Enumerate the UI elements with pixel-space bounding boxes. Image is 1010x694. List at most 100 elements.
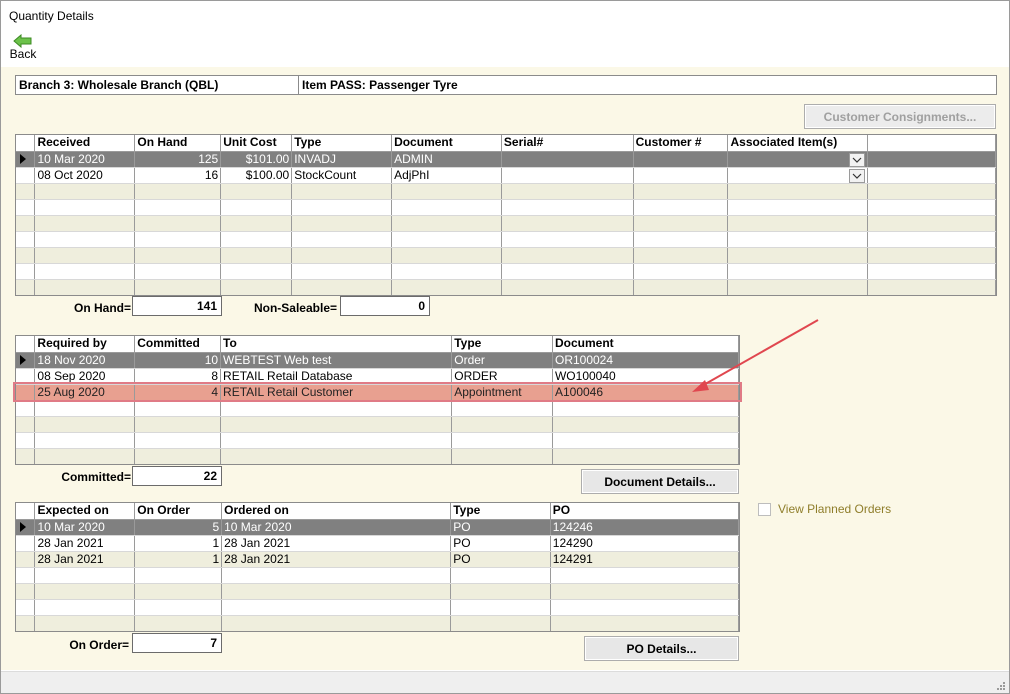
row-selector-header [16, 135, 36, 152]
table-row[interactable]: 28 Jan 2021 1 28 Jan 2021 PO 124290 [16, 535, 739, 552]
cell-committed: 4 [134, 384, 222, 401]
cell-to: WEBTEST Web test [220, 352, 453, 369]
cell-type: Appointment [451, 384, 553, 401]
col-type[interactable]: Type [450, 503, 551, 520]
col-type[interactable]: Type [291, 135, 393, 152]
stock-table: Received On Hand Unit Cost Type Document… [16, 135, 996, 295]
empty-row [16, 199, 996, 216]
non-saleable-value: 0 [340, 296, 430, 316]
col-document[interactable]: Document [391, 135, 502, 152]
cell-customer [633, 167, 729, 184]
col-type[interactable]: Type [451, 336, 553, 353]
col-unit-cost[interactable]: Unit Cost [220, 135, 293, 152]
col-received[interactable]: Received [34, 135, 136, 152]
cell-empty [867, 151, 996, 168]
cell-customer [633, 151, 729, 168]
empty-row [16, 183, 996, 200]
empty-row [16, 215, 996, 232]
on-hand-label: On Hand= [73, 301, 131, 315]
col-required-by[interactable]: Required by [34, 336, 136, 353]
row-selector [16, 535, 36, 552]
cell-on-order: 1 [134, 551, 223, 568]
cell-on-order: 1 [134, 535, 223, 552]
cell-serial [501, 167, 634, 184]
cell-type: PO [450, 551, 551, 568]
table-row-highlighted[interactable]: 25 Aug 2020 4 RETAIL Retail Customer App… [16, 384, 739, 401]
cell-po: 124291 [550, 551, 739, 568]
cell-type: StockCount [291, 167, 393, 184]
row-pointer-icon [16, 151, 36, 168]
committed-total-label: Committed= [61, 470, 131, 484]
cell-document: ADMIN [391, 151, 502, 168]
col-ordered-on[interactable]: Ordered on [221, 503, 452, 520]
item-field: Item PASS: Passenger Tyre [298, 75, 997, 95]
col-on-order[interactable]: On Order [134, 503, 223, 520]
cell-expected-on: 28 Jan 2021 [34, 535, 136, 552]
cell-committed: 10 [134, 352, 222, 369]
customer-consignments-button[interactable]: Customer Consignments... [804, 104, 996, 129]
empty-row [16, 432, 739, 449]
table-row[interactable]: 08 Oct 2020 16 $100.00 StockCount AdjPhI [16, 167, 996, 184]
empty-row [16, 247, 996, 264]
on-hand-value: 141 [132, 296, 222, 316]
window-title: Quantity Details [9, 9, 94, 23]
empty-row [16, 448, 739, 464]
committed-table: Required by Committed To Type Document 1… [16, 336, 739, 464]
stock-grid: Received On Hand Unit Cost Type Document… [15, 134, 997, 296]
col-document[interactable]: Document [552, 336, 739, 353]
cell-type: PO [450, 519, 551, 536]
orders-table: Expected on On Order Ordered on Type PO … [16, 503, 739, 631]
table-row[interactable]: 18 Nov 2020 10 WEBTEST Web test Order OR… [16, 352, 739, 369]
col-empty [867, 135, 996, 152]
cell-required-by: 08 Sep 2020 [34, 368, 136, 385]
cell-po: 124246 [550, 519, 739, 536]
table-row[interactable]: 08 Sep 2020 8 RETAIL Retail Database ORD… [16, 368, 739, 385]
empty-row [16, 583, 739, 600]
empty-row [16, 567, 739, 584]
row-selector-header [16, 503, 36, 520]
cell-po: 124290 [550, 535, 739, 552]
col-associated-items[interactable]: Associated Item(s) [727, 135, 869, 152]
on-order-total-value: 7 [132, 633, 222, 653]
empty-row [16, 615, 739, 631]
cell-ordered-on: 28 Jan 2021 [221, 551, 452, 568]
col-customer[interactable]: Customer # [633, 135, 729, 152]
cell-unit-cost: $101.00 [220, 151, 293, 168]
cell-serial [501, 151, 634, 168]
cell-associated-items [727, 151, 869, 168]
col-serial[interactable]: Serial# [501, 135, 634, 152]
empty-row [16, 231, 996, 248]
col-committed[interactable]: Committed [134, 336, 222, 353]
col-on-hand[interactable]: On Hand [134, 135, 222, 152]
committed-total-value: 22 [132, 466, 222, 486]
cell-type: PO [450, 535, 551, 552]
col-expected-on[interactable]: Expected on [34, 503, 136, 520]
non-saleable-label: Non-Saleable= [253, 301, 337, 315]
cell-committed: 8 [134, 368, 222, 385]
cell-unit-cost: $100.00 [220, 167, 293, 184]
chevron-down-icon[interactable] [849, 152, 866, 166]
back-label: Back [9, 47, 37, 61]
row-pointer-icon [16, 519, 36, 536]
row-selector [16, 384, 36, 401]
branch-field: Branch 3: Wholesale Branch (QBL) [15, 75, 299, 95]
col-po[interactable]: PO [550, 503, 739, 520]
resize-grip-icon[interactable] [996, 681, 1006, 691]
col-to[interactable]: To [220, 336, 453, 353]
chevron-down-icon[interactable] [849, 168, 866, 182]
row-selector [16, 551, 36, 568]
back-button[interactable]: Back [6, 34, 40, 64]
cell-on-hand: 125 [134, 151, 222, 168]
cell-received: 10 Mar 2020 [34, 151, 136, 168]
empty-row [16, 400, 739, 417]
cell-expected-on: 10 Mar 2020 [34, 519, 136, 536]
view-planned-orders-checkbox[interactable] [758, 503, 771, 516]
po-details-button[interactable]: PO Details... [584, 636, 739, 661]
table-row[interactable]: 10 Mar 2020 5 10 Mar 2020 PO 124246 [16, 519, 739, 536]
view-planned-orders-label: View Planned Orders [778, 502, 892, 516]
table-row[interactable]: 10 Mar 2020 125 $101.00 INVADJ ADMIN [16, 151, 996, 168]
cell-required-by: 25 Aug 2020 [34, 384, 136, 401]
on-order-total-label: On Order= [69, 638, 129, 652]
document-details-button[interactable]: Document Details... [581, 469, 739, 494]
table-row[interactable]: 28 Jan 2021 1 28 Jan 2021 PO 124291 [16, 551, 739, 568]
